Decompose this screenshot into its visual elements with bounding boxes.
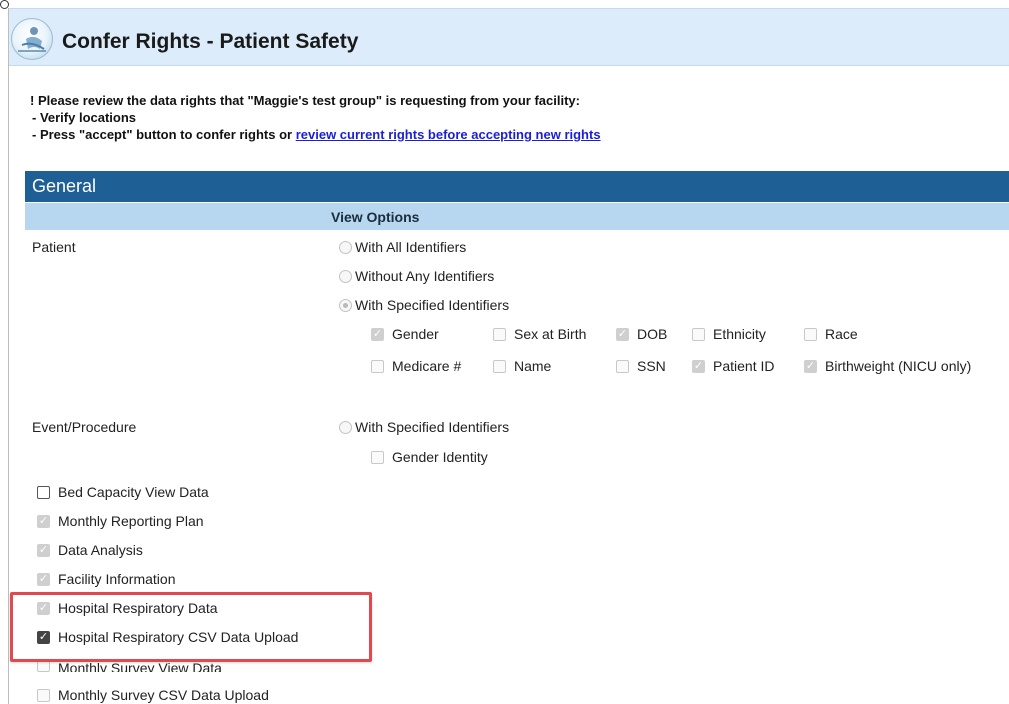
checkbox-label: Facility Information [58,571,176,587]
checkmark-icon[interactable]: ✓ [692,359,705,373]
checkbox-box[interactable] [493,327,506,341]
left-divider [8,8,9,704]
checkbox-box[interactable] [37,688,50,702]
checkbox-box[interactable] [493,359,506,373]
radio-with-all-identifiers[interactable]: With All Identifiers [339,239,466,255]
radio-button[interactable] [339,420,352,434]
checkbox-bed-capacity-view-data[interactable]: Bed Capacity View Data [37,484,209,500]
checkbox-facility-information[interactable]: ✓ Facility Information [37,571,175,587]
view-options-header: View Options [25,203,1009,230]
checkmark-icon[interactable]: ✓ [616,327,629,341]
checkbox-box[interactable] [371,450,384,464]
radio-label: With All Identifiers [355,239,467,255]
radio-label: With Specified Identifiers [355,297,510,313]
annotation-highlight-box [10,592,372,662]
checkmark-icon[interactable]: ✓ [37,572,50,586]
notice-line: - Press "accept" button to confer rights… [30,126,601,143]
checkbox-label: Monthly Reporting Plan [58,513,204,529]
section-general-header: General [25,171,1009,202]
checkbox-patient-id[interactable]: ✓ Patient ID [692,358,774,374]
checkmark-icon[interactable]: ✓ [37,514,50,528]
radio-label: Without Any Identifiers [355,268,495,284]
checkbox-label: Name [514,358,552,374]
review-current-rights-link[interactable]: review current rights before accepting n… [296,127,601,142]
radio-button[interactable] [339,269,352,283]
checkbox-label: Bed Capacity View Data [58,484,209,500]
view-options-label: View Options [331,209,420,225]
checkmark-icon[interactable]: ✓ [804,359,817,373]
patient-safety-logo-icon [11,18,53,60]
checkbox-box[interactable] [371,359,384,373]
checkbox-race[interactable]: Race [804,326,858,342]
checkbox-ethnicity[interactable]: Ethnicity [692,326,766,342]
checkbox-label: Gender [392,326,439,342]
checkbox-label: Monthly Survey CSV Data Upload [58,687,269,703]
review-notice: ! Please review the data rights that "Ma… [30,92,601,143]
checkbox-label: Ethnicity [713,326,766,342]
checkbox-label: Birthweight (NICU only) [825,358,972,374]
checkbox-box[interactable] [37,485,50,499]
radio-event-specified-identifiers[interactable]: With Specified Identifiers [339,419,509,435]
notice-text: - Press "accept" button to confer rights… [32,127,296,142]
checkbox-label: Race [825,326,858,342]
radio-button[interactable] [339,240,352,254]
checkbox-label: Data Analysis [58,542,143,558]
checkbox-gender[interactable]: ✓ Gender [371,326,439,342]
checkbox-label: SSN [637,358,666,374]
checkbox-box[interactable] [616,359,629,373]
radio-with-specified-identifiers[interactable]: With Specified Identifiers [339,297,509,313]
notice-line: - Verify locations [32,110,137,125]
checkbox-box[interactable] [692,327,705,341]
checkbox-ssn[interactable]: SSN [616,358,666,374]
checkbox-name[interactable]: Name [493,358,551,374]
radio-label: With Specified Identifiers [355,419,510,435]
checkbox-monthly-survey-csv-upload[interactable]: Monthly Survey CSV Data Upload [37,687,269,703]
checkbox-label: Medicare # [392,358,462,374]
checkmark-icon[interactable]: ✓ [371,327,384,341]
checkbox-monthly-reporting-plan[interactable]: ✓ Monthly Reporting Plan [37,513,204,529]
radio-without-any-identifiers[interactable]: Without Any Identifiers [339,268,494,284]
checkbox-medicare[interactable]: Medicare # [371,358,461,374]
event-procedure-label: Event/Procedure [32,419,137,435]
page-title: Confer Rights - Patient Safety [62,30,359,53]
checkbox-label: Patient ID [713,358,775,374]
checkbox-gender-identity[interactable]: Gender Identity [371,449,488,465]
checkbox-data-analysis[interactable]: ✓ Data Analysis [37,542,143,558]
radio-button[interactable] [339,298,352,312]
patient-label: Patient [32,239,76,255]
checkbox-dob[interactable]: ✓ DOB [616,326,667,342]
notice-line: ! Please review the data rights that "Ma… [30,93,580,108]
checkbox-box[interactable] [804,327,817,341]
checkbox-birthweight[interactable]: ✓ Birthweight (NICU only) [804,358,971,374]
checkmark-icon[interactable]: ✓ [37,543,50,557]
checkbox-sex-at-birth[interactable]: Sex at Birth [493,326,586,342]
checkbox-label: DOB [637,326,668,342]
checkbox-label: Gender Identity [392,449,488,465]
checkbox-label: Sex at Birth [514,326,587,342]
